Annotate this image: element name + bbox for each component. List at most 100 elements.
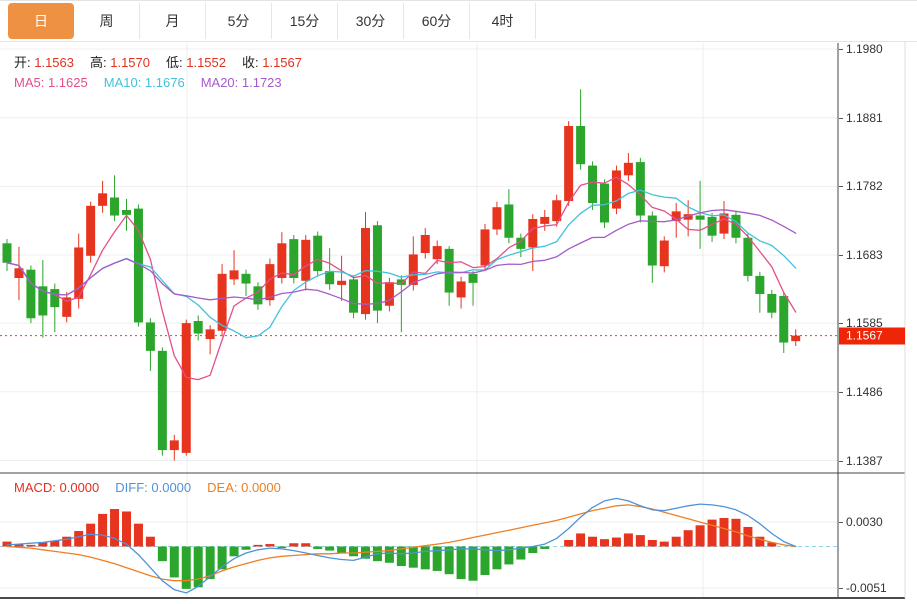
candle-body [50, 289, 59, 307]
candle-body [504, 204, 513, 237]
candle-body [779, 296, 788, 342]
macd-hist-bar [469, 547, 478, 581]
tab-6[interactable]: 60分 [404, 3, 470, 39]
macd-hist-bar [289, 543, 298, 546]
candle-body [110, 198, 119, 216]
macd-hist-bar [194, 547, 203, 588]
macd-hist-bar [158, 547, 167, 562]
candle-body [457, 281, 466, 297]
candle-body [86, 206, 95, 256]
candle-body [206, 329, 215, 339]
candle-body [182, 323, 191, 453]
macd-hist-bar [481, 547, 490, 576]
macd-hist-bar [612, 538, 621, 547]
macd-hist-bar [337, 547, 346, 554]
tab-1[interactable]: 周 [74, 3, 140, 39]
macd-hist-bar [122, 511, 131, 546]
macd-hist-bar [624, 533, 633, 546]
candle-body [755, 276, 764, 294]
macd-hist-bar [110, 509, 119, 546]
candle-body [373, 225, 382, 310]
candle-body [421, 235, 430, 253]
candle-body [767, 294, 776, 313]
candle-body [588, 166, 597, 203]
candle-body [230, 270, 239, 279]
macd-hist-bar [170, 547, 179, 578]
candle-body [445, 249, 454, 293]
tab-5[interactable]: 30分 [338, 3, 404, 39]
candle-body [218, 274, 227, 331]
candle-body [409, 254, 418, 285]
macd-hist-bar [636, 535, 645, 546]
macd-hist-bar [134, 524, 143, 547]
candle-body [433, 246, 442, 259]
candle-body [158, 351, 167, 450]
macd-hist-bar [74, 531, 83, 546]
macd-hist-bar [540, 547, 549, 549]
macd-hist-bar [253, 545, 262, 547]
candle-body [576, 126, 585, 164]
tab-3[interactable]: 5分 [206, 3, 272, 39]
macd-hist-bar [660, 542, 669, 547]
candle-body [612, 170, 621, 208]
tab-2[interactable]: 月 [140, 3, 206, 39]
candle-body [98, 193, 107, 205]
macd-hist-bar [684, 530, 693, 546]
candle-body [385, 282, 394, 306]
macd-hist-bar [325, 547, 334, 551]
candle-body [481, 229, 490, 265]
macd-hist-bar [672, 537, 681, 547]
macd-hist-bar [218, 547, 227, 570]
macd-hist-bar [98, 514, 107, 547]
macd-hist-bar [385, 547, 394, 563]
macd-hist-bar [26, 545, 35, 547]
candle-body [3, 243, 12, 262]
macd-hist-bar [265, 544, 274, 546]
macd-hist-bar [409, 547, 418, 568]
macd-hist-bar [230, 547, 239, 557]
candle-body [170, 440, 179, 450]
macd-hist-bar [277, 547, 286, 549]
tab-4[interactable]: 15分 [272, 3, 338, 39]
macd-hist-bar [182, 547, 191, 589]
tab-7[interactable]: 4时 [470, 3, 536, 39]
candle-body [26, 270, 35, 319]
macd-hist-bar [457, 547, 466, 580]
tab-0-active[interactable]: 日 [8, 3, 74, 39]
macd-hist-bar [696, 525, 705, 546]
candle-body [313, 236, 322, 271]
macd-hist-bar [301, 543, 310, 546]
chart-canvas[interactable] [0, 1, 917, 604]
candle-body [791, 336, 800, 342]
macd-hist-bar [564, 540, 573, 547]
candle-body [648, 216, 657, 266]
candle-body [624, 163, 633, 175]
candle-body [636, 162, 645, 215]
macd-hist-bar [313, 547, 322, 549]
macd-hist-bar [421, 547, 430, 570]
candle-body [528, 219, 537, 247]
candle-body [469, 274, 478, 283]
candle-body [696, 216, 705, 220]
macd-hist-bar [242, 547, 251, 550]
candle-body [492, 207, 501, 229]
macd-hist-bar [146, 537, 155, 547]
candle-body [540, 217, 549, 224]
candle-body [242, 274, 251, 284]
macd-hist-bar [349, 547, 358, 557]
macd-hist-bar [576, 533, 585, 546]
candle-body [194, 321, 203, 333]
candle-body [731, 215, 740, 238]
candle-body [349, 279, 358, 312]
candle-body [743, 238, 752, 276]
candle-body [660, 241, 669, 267]
candle-body [146, 322, 155, 350]
candle-body [564, 126, 573, 201]
macd-hist-bar [588, 537, 597, 547]
candle-body [301, 240, 310, 281]
macd-hist-bar [708, 520, 717, 547]
interval-tab-bar: 日周月5分15分30分60分4时 [0, 1, 917, 42]
trading-chart-app: 日周月5分15分30分60分4时 开: 1.1563高: 1.1570低: 1.… [0, 0, 917, 604]
candle-body [122, 210, 131, 215]
candle-body [337, 281, 346, 285]
